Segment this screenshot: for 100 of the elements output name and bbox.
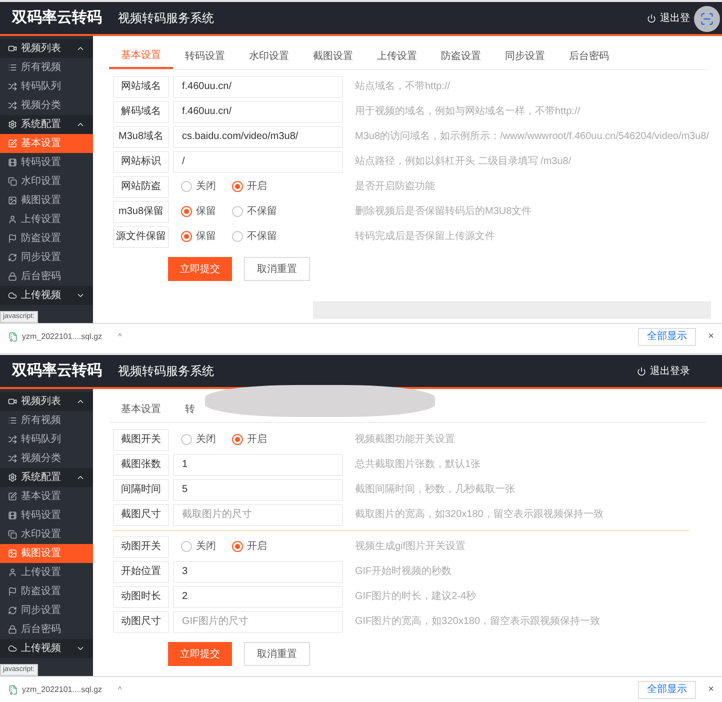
show-all-button[interactable]: 全部显示 [638,680,696,698]
sidebar-item[interactable]: 转码队列 [0,430,93,449]
input-field[interactable]: 1 [173,454,343,476]
scan-icon [700,12,714,26]
close-button[interactable]: × [708,329,714,344]
caret-icon [76,44,85,53]
sidebar-item[interactable]: 防盗设置 [0,229,93,248]
input-field[interactable]: 3 [173,560,343,582]
input-field[interactable]: cs.baidu.com/video/m3u8/ [173,126,343,148]
sidebar-item[interactable]: 同步设置 [0,601,93,620]
gear-icon [8,120,17,129]
logout-link[interactable]: 退出登 [660,10,690,26]
image-icon [8,549,17,558]
settings-tab[interactable]: 后台密码 [557,43,621,69]
settings-tab[interactable]: 转码设置 [173,43,237,69]
radio-option[interactable]: 开启 [232,179,267,194]
sidebar-item[interactable]: 转码设置 [0,153,93,172]
input-field[interactable]: 截取图片的尺寸 [173,504,343,526]
radio-option[interactable]: 保留 [181,229,216,244]
input-field[interactable]: GIF图片的尺寸 [173,610,343,632]
hint-text: 站点域名，不带http:// [355,80,450,94]
settings-tab[interactable]: 同步设置 [493,43,557,69]
sidebar-item[interactable]: 上传设置 [0,563,93,582]
caret-icon [76,397,85,406]
download-filename[interactable]: yzm_2022101....sql.gz [22,330,102,342]
sidebar-group[interactable]: 视频列表 [0,392,93,411]
sidebar-group[interactable]: 系统配置 [0,115,93,134]
refresh-icon [8,606,17,615]
cloud-icon [8,644,17,653]
settings-tab[interactable]: 截图设置 [301,43,365,69]
radio-option[interactable]: 开启 [232,432,267,447]
settings-tab[interactable]: 转 [173,396,207,422]
field-label: 开始位置 [113,560,169,582]
sidebar-item[interactable]: 所有视频 [0,411,93,430]
radio-option[interactable]: 不保留 [232,204,277,219]
sidebar-item[interactable]: 防盗设置 [0,582,93,601]
power-icon [647,14,656,22]
input-field[interactable]: 5 [173,478,343,500]
field-label: 网站防盗 [113,176,169,198]
input-field[interactable]: 2 [173,586,343,608]
sidebar-item[interactable]: 所有视频 [0,58,93,77]
sidebar-item[interactable]: 后台密码 [0,620,93,639]
sidebar-item[interactable]: 水印设置 [0,525,93,544]
radio-option[interactable]: 关闭 [181,432,216,447]
logout-link[interactable]: 退出登录 [650,364,690,378]
edit-icon [8,139,17,148]
field-label: 源文件保留 [113,226,169,248]
input-field[interactable]: f.460uu.cn/ [173,100,343,122]
caret-icon[interactable]: ^ [118,684,122,696]
sidebar-item[interactable]: 后台密码 [0,267,93,286]
field-label: 间隔时间 [113,478,169,500]
radio-option[interactable]: 关闭 [181,179,216,194]
sidebar-group[interactable]: 视频列表 [0,39,93,58]
sidebar-item[interactable]: 水印设置 [0,172,93,191]
edit-icon [8,492,17,501]
sidebar-item[interactable]: 同步设置 [0,248,93,267]
image-icon [8,196,17,205]
download-filename[interactable]: yzm_2022101....sql.gz [22,684,102,696]
field-label: m3u8保留 [113,200,169,222]
field-label: 解码域名 [113,100,169,122]
list-icon [8,416,17,425]
sidebar-group[interactable]: 系统配置 [0,468,93,487]
user-icon [8,568,17,577]
settings-tab[interactable]: 水印设置 [237,43,301,69]
gear-icon [8,473,17,482]
sidebar-item[interactable]: 转码设置 [0,506,93,525]
settings-tab[interactable]: 基本设置 [109,396,173,422]
sidebar-item[interactable]: 截图设置 [0,191,93,210]
archive-icon [8,332,18,342]
copy-icon [8,177,17,186]
reset-button[interactable]: 取消重置 [244,642,310,666]
field-label: 网站标识 [113,150,169,172]
camera-icon [8,397,17,406]
archive-icon [8,684,18,694]
sidebar-group[interactable]: 上传视频 [0,286,93,305]
settings-tab[interactable]: 上传设置 [365,43,429,69]
radio-option[interactable]: 开启 [232,539,267,554]
input-field[interactable]: f.460uu.cn/ [173,76,343,98]
radio-option[interactable]: 保留 [181,204,216,219]
field-label: 截图尺寸 [113,504,169,526]
radio-option[interactable]: 关闭 [181,539,216,554]
radio-option[interactable]: 不保留 [232,229,277,244]
settings-tab[interactable]: 防盗设置 [429,43,493,69]
sidebar-item[interactable]: 基本设置 [0,487,93,506]
close-button[interactable]: × [708,682,714,697]
sidebar-item[interactable]: 上传设置 [0,210,93,229]
caret-icon[interactable]: ^ [118,330,122,342]
sidebar-item[interactable]: 视频分类 [0,449,93,468]
sidebar-item[interactable]: 视频分类 [0,96,93,115]
hint-text: 视频截图功能开关设置 [355,432,455,447]
camera-icon [8,44,17,53]
show-all-button[interactable]: 全部显示 [638,328,696,346]
hint-text: 用于视频的域名，例如与网站域名一样，不带http:// [355,104,580,119]
reset-button[interactable]: 取消重置 [244,257,310,281]
list-icon [8,63,17,72]
sidebar-item[interactable]: 转码队列 [0,77,93,96]
input-field[interactable]: / [173,150,343,172]
lock-icon [8,625,17,634]
sidebar-group[interactable]: 上传视频 [0,639,93,658]
field-label: 网站域名 [113,76,169,98]
